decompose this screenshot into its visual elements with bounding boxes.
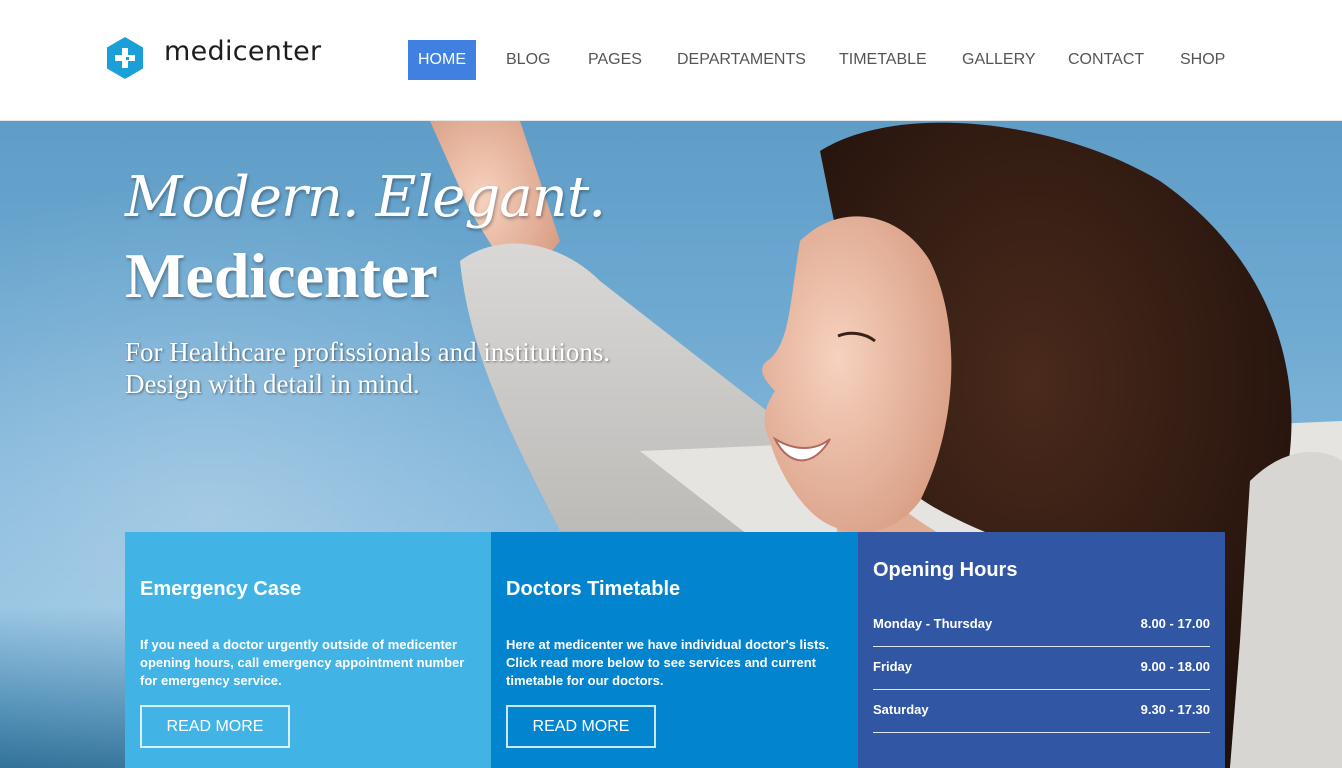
nav-item-shop[interactable]: SHOP [1180, 40, 1225, 80]
medical-cross-hexagon-icon [107, 37, 143, 79]
nav-item-blog[interactable]: BLOG [506, 40, 550, 80]
logo-text: medicenter [164, 35, 322, 67]
timetable-text: Here at medicenter we have individual do… [506, 637, 830, 688]
nav-item-timetable[interactable]: TIMETABLE [839, 40, 927, 80]
hero-subtitle-line2: Design with detail in mind. [125, 369, 420, 399]
hero-subtitle-line1: For Healthcare profissionals and institu… [125, 337, 611, 367]
emergency-case-box: Emergency Case If you need a doctor urge… [125, 532, 491, 768]
nav-item-gallery[interactable]: GALLERY [962, 40, 1036, 80]
emergency-read-more-button[interactable]: READ MORE [140, 705, 290, 748]
hours-day: Saturday [873, 702, 929, 717]
nav-item-departaments[interactable]: DEPARTAMENTS [677, 40, 806, 80]
hours-time: 8.00 - 17.00 [1140, 616, 1210, 631]
doctors-timetable-box: Doctors Timetable Here at medicenter we … [491, 532, 858, 768]
timetable-title: Doctors Timetable [506, 578, 681, 600]
hours-day: Monday - Thursday [873, 616, 993, 631]
hours-row: Monday - Thursday 8.00 - 17.00 [873, 603, 1210, 647]
emergency-text: If you need a doctor urgently outside of… [140, 637, 465, 688]
hero-headline-bold: Medicenter [125, 240, 438, 311]
site-header: medicenter HOME BLOG PAGES DEPARTAMENTS … [0, 0, 1342, 121]
hours-time: 9.00 - 18.00 [1140, 659, 1210, 674]
hours-row: Friday 9.00 - 18.00 [873, 646, 1210, 690]
hours-day: Friday [873, 659, 913, 674]
hero-subtitle: For Healthcare profissionals and institu… [125, 336, 610, 400]
emergency-title: Emergency Case [140, 578, 302, 600]
nav-item-contact[interactable]: CONTACT [1068, 40, 1144, 80]
logo[interactable]: medicenter [106, 36, 321, 80]
timetable-read-more-button[interactable]: READ MORE [506, 705, 656, 748]
hours-row: Saturday 9.30 - 17.30 [873, 689, 1210, 733]
hero-headline-italic: Modern. Elegant. [125, 165, 606, 230]
opening-hours-title: Opening Hours [873, 559, 1018, 581]
hours-time: 9.30 - 17.30 [1140, 702, 1210, 717]
opening-hours-box: Opening Hours Monday - Thursday 8.00 - 1… [858, 532, 1225, 768]
nav-item-home[interactable]: HOME [408, 40, 476, 80]
nav-item-pages[interactable]: PAGES [588, 40, 642, 80]
